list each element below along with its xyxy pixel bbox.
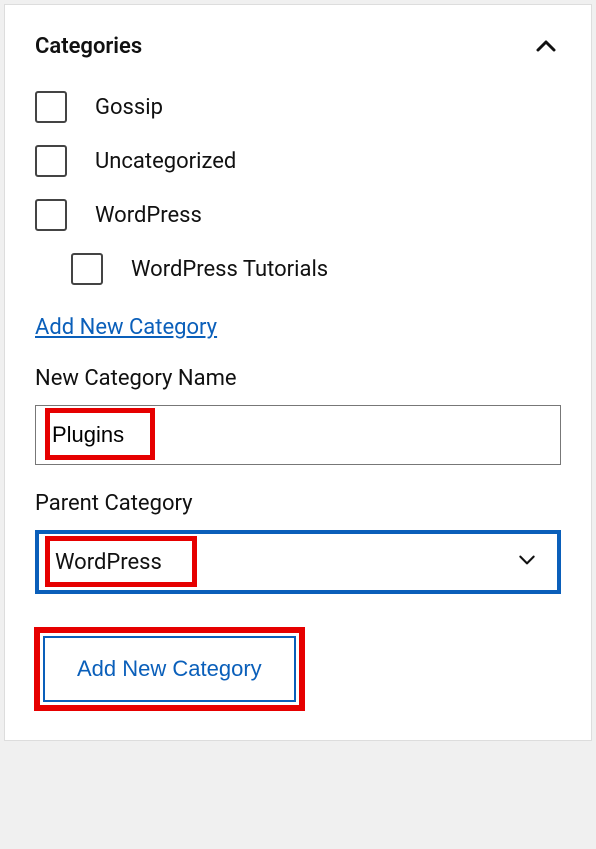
category-label: Uncategorized <box>95 149 236 174</box>
chevron-up-icon[interactable] <box>531 31 561 61</box>
category-item-gossip: Gossip <box>35 91 561 123</box>
new-category-name-label: New Category Name <box>35 366 561 391</box>
add-new-category-button[interactable]: Add New Category <box>43 636 296 702</box>
category-label: Gossip <box>95 95 163 120</box>
checkbox-uncategorized[interactable] <box>35 145 67 177</box>
parent-category-value: WordPress <box>55 550 162 575</box>
parent-category-label: Parent Category <box>35 491 561 516</box>
checkbox-wordpress[interactable] <box>35 199 67 231</box>
categories-panel: Categories Gossip Uncategorized WordPres… <box>4 4 592 741</box>
category-item-wordpress: WordPress <box>35 199 561 231</box>
category-label: WordPress <box>95 203 202 228</box>
parent-category-select[interactable]: WordPress <box>35 530 561 594</box>
panel-body: Gossip Uncategorized WordPress WordPress… <box>5 71 591 740</box>
category-item-uncategorized: Uncategorized <box>35 145 561 177</box>
category-label: WordPress Tutorials <box>131 257 328 282</box>
submit-button-wrap: Add New Category <box>35 628 304 710</box>
chevron-down-icon <box>517 550 537 574</box>
new-category-name-wrap <box>35 405 561 465</box>
panel-title: Categories <box>35 34 142 59</box>
category-list: Gossip Uncategorized WordPress WordPress… <box>35 91 561 285</box>
parent-category-wrap: WordPress <box>35 530 561 594</box>
new-category-name-input[interactable] <box>35 405 561 465</box>
checkbox-wordpress-tutorials[interactable] <box>71 253 103 285</box>
add-new-category-link[interactable]: Add New Category <box>35 315 217 340</box>
panel-header[interactable]: Categories <box>5 5 591 71</box>
category-item-wordpress-tutorials: WordPress Tutorials <box>35 253 561 285</box>
checkbox-gossip[interactable] <box>35 91 67 123</box>
